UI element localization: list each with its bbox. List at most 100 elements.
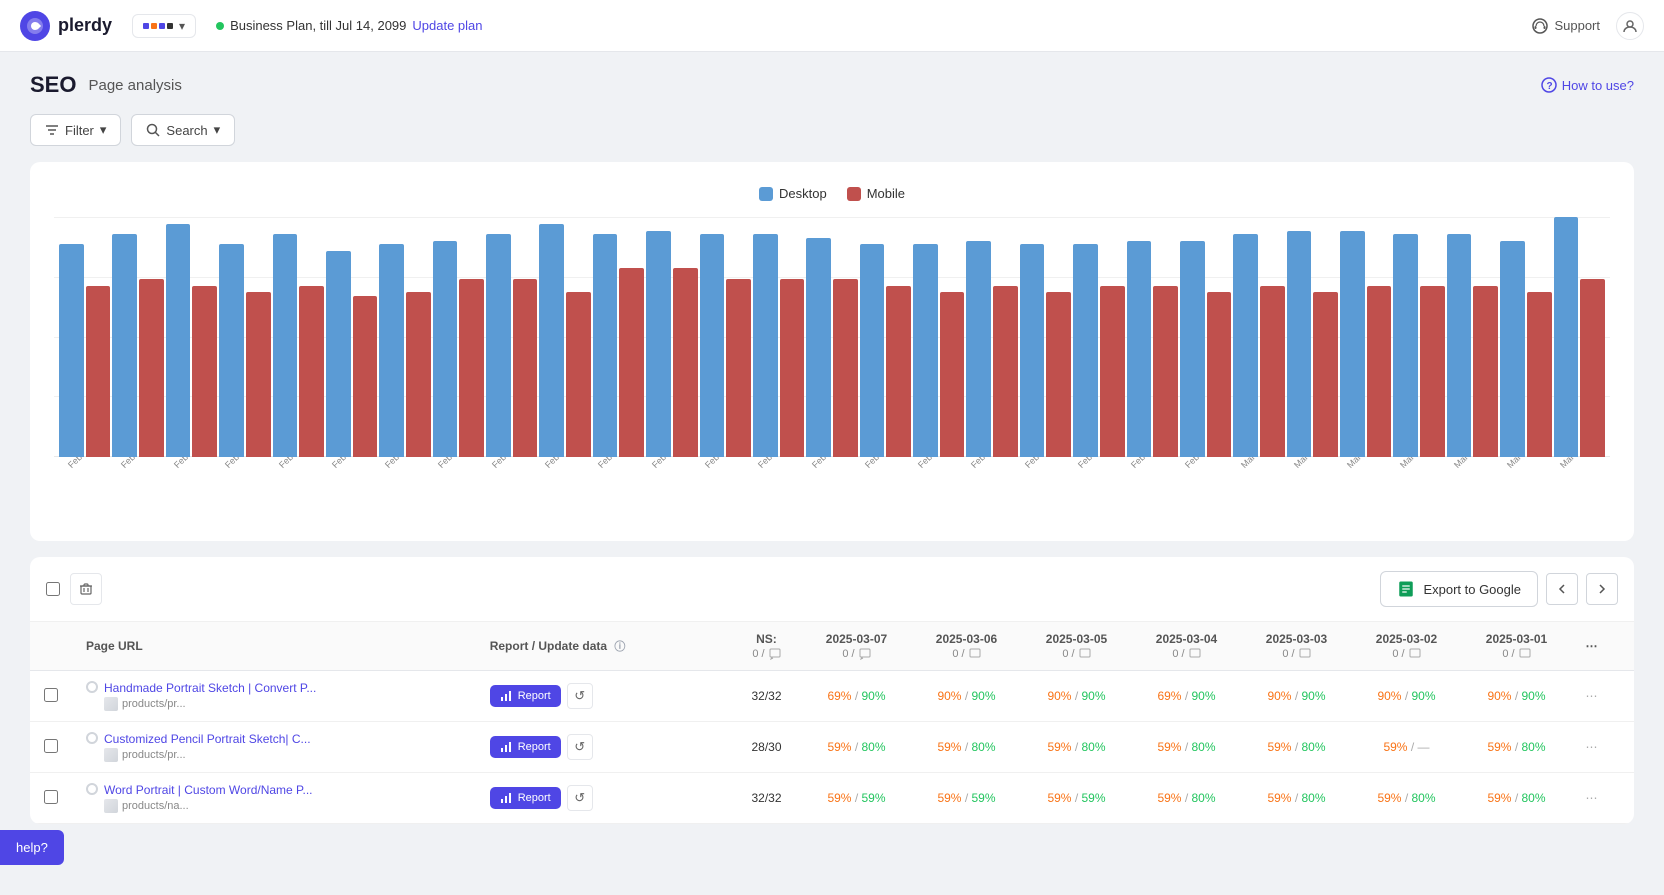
x-label-23: Mar 2, 2025 [1292, 457, 1333, 470]
search-icon [146, 123, 160, 137]
th-date-4: 2025-03-03 0 / [1241, 622, 1351, 671]
bar-desktop-11 [646, 231, 671, 457]
headset-icon [1532, 18, 1548, 34]
bar-mobile-23 [1313, 292, 1338, 457]
chart-legend: Desktop Mobile [54, 186, 1610, 201]
bar-desktop-7 [433, 241, 458, 457]
refresh-button-1[interactable]: ↺ [567, 734, 593, 760]
bar-group-9 [539, 217, 590, 457]
chart-area: Feb 7, 2025Feb 8, 2025Feb 9, 2025Feb 10,… [54, 217, 1610, 517]
report-button-2[interactable]: Report [490, 787, 561, 809]
plan-info: Business Plan, till Jul 14, 2099 Update … [216, 18, 482, 33]
th-date-6: 2025-03-01 0 / [1461, 622, 1571, 671]
support-button[interactable]: Support [1532, 18, 1600, 34]
bar-mobile-14 [833, 279, 858, 457]
dropdown-arrow: ▾ [179, 19, 185, 33]
row-more-0[interactable]: ⋯ [1571, 671, 1634, 722]
bar-mobile-7 [459, 279, 484, 457]
bar-desktop-22 [1233, 234, 1258, 457]
how-to-use-link[interactable]: ? How to use? [1541, 77, 1634, 93]
table-toolbar: Export to Google [30, 557, 1634, 622]
favicon-0 [104, 697, 118, 711]
url-title-0[interactable]: Handmade Portrait Sketch | Convert P... [104, 681, 316, 695]
select-all-checkbox[interactable] [46, 582, 60, 596]
comment-icon-1 [969, 648, 981, 660]
row-status-0 [86, 681, 98, 693]
bar-group-17 [966, 217, 1017, 457]
bar-desktop-10 [593, 234, 618, 457]
question-circle-icon: ? [1541, 77, 1557, 93]
bar-mobile-4 [299, 286, 324, 457]
url-title-2[interactable]: Word Portrait | Custom Word/Name P... [104, 783, 313, 797]
bar-desktop-14 [806, 238, 831, 457]
row-more-2[interactable]: ⋯ [1571, 773, 1634, 824]
row-checkbox-1[interactable] [44, 739, 58, 753]
next-page-button[interactable] [1586, 573, 1618, 605]
x-label-22: Mar 1, 2025 [1239, 457, 1280, 470]
prev-page-button[interactable] [1546, 573, 1578, 605]
report-actions-1: Report ↺ [490, 734, 718, 760]
score-0-1: 90% / 90% [911, 671, 1021, 722]
th-date-1: 2025-03-06 0 / [911, 622, 1021, 671]
x-label-7: Feb 14, 2025 [436, 457, 481, 470]
bar-group-20 [1127, 217, 1178, 457]
row-checkbox-2[interactable] [44, 790, 58, 804]
filter-label: Filter [65, 123, 94, 138]
bar-desktop-12 [700, 234, 725, 457]
x-label-19: Feb 26, 2025 [1076, 457, 1121, 470]
bar-group-3 [219, 217, 270, 457]
bar-group-23 [1287, 217, 1338, 457]
bar-group-13 [753, 217, 804, 457]
url-title-1[interactable]: Customized Pencil Portrait Sketch| C... [104, 732, 311, 746]
bar-mobile-18 [1046, 292, 1071, 457]
bar-group-11 [646, 217, 697, 457]
report-info-icon[interactable]: ⓘ [614, 641, 625, 653]
plan-text: Business Plan, till Jul 14, 2099 [230, 18, 406, 33]
bar-mobile-22 [1260, 286, 1285, 457]
refresh-button-2[interactable]: ↺ [567, 785, 593, 811]
comment-icon-5 [1409, 648, 1421, 660]
x-label-13: Feb 20, 2025 [756, 457, 801, 470]
bar-mobile-27 [1527, 292, 1552, 457]
row-more-1[interactable]: ⋯ [1571, 722, 1634, 773]
x-label-21: Feb 28, 2025 [1183, 457, 1228, 470]
export-label: Export to Google [1423, 582, 1521, 597]
bar-group-2 [166, 217, 217, 457]
search-button[interactable]: Search ▾ [131, 114, 235, 146]
bar-mobile-13 [780, 279, 805, 457]
update-plan-link[interactable]: Update plan [412, 18, 482, 33]
x-label-1: Feb 8, 2025 [119, 457, 160, 470]
th-more: ⋯ [1571, 622, 1634, 671]
score-0-4: 90% / 90% [1241, 671, 1351, 722]
favicon-2 [104, 799, 118, 813]
table-row: Customized Pencil Portrait Sketch| C... … [30, 722, 1634, 773]
export-to-google-button[interactable]: Export to Google [1380, 571, 1538, 607]
refresh-button-0[interactable]: ↺ [567, 683, 593, 709]
page-content: SEO Page analysis ? How to use? Filter ▾ [0, 52, 1664, 895]
score-2-6: 59% / 80% [1461, 773, 1571, 824]
bar-group-28 [1554, 217, 1605, 457]
chart-icon [500, 792, 512, 804]
score-1-2: 59% / 80% [1021, 722, 1131, 773]
filter-button[interactable]: Filter ▾ [30, 114, 121, 146]
bar-mobile-11 [673, 268, 698, 457]
report-button-0[interactable]: Report [490, 685, 561, 707]
bar-desktop-15 [860, 244, 885, 457]
report-button-1[interactable]: Report [490, 736, 561, 758]
plan-selector[interactable]: ▾ [132, 14, 196, 38]
delete-button[interactable] [70, 573, 102, 605]
x-label-4: Feb 11, 2025 [277, 457, 321, 470]
user-avatar[interactable] [1616, 12, 1644, 40]
logo[interactable]: plerdy [20, 11, 112, 41]
comment-icon-0 [859, 648, 871, 660]
help-button[interactable]: help? [0, 830, 64, 865]
score-1-1: 59% / 80% [911, 722, 1021, 773]
help-label: help? [16, 840, 48, 855]
score-2-2: 59% / 59% [1021, 773, 1131, 824]
bar-mobile-19 [1100, 286, 1125, 457]
bar-group-26 [1447, 217, 1498, 457]
x-label-26: Mar 5, 2025 [1452, 457, 1493, 470]
row-checkbox-0[interactable] [44, 688, 58, 702]
bar-mobile-16 [940, 292, 965, 457]
search-label: Search [166, 123, 207, 138]
